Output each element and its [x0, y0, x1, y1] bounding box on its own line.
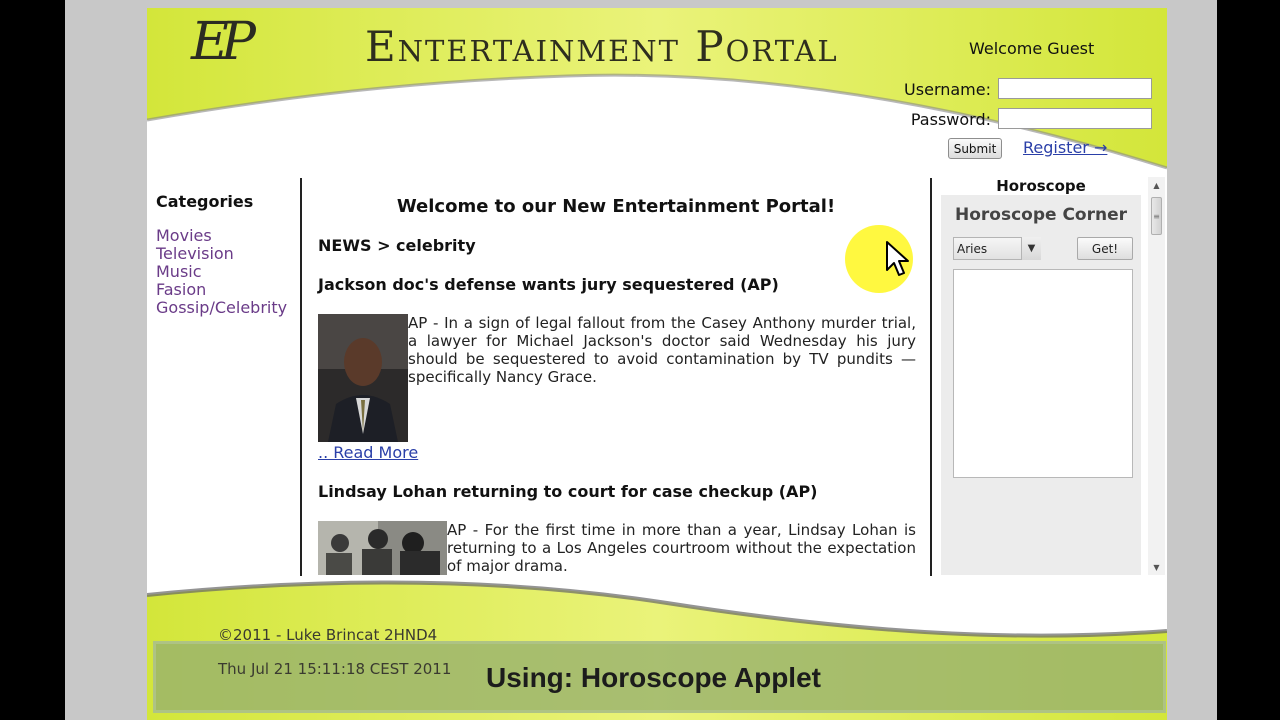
register-link[interactable]: Register →	[1023, 138, 1107, 157]
horoscope-heading: Horoscope	[996, 177, 1086, 195]
submit-button[interactable]: Submit	[948, 138, 1002, 159]
site-title: Entertainment Portal	[365, 22, 839, 71]
password-label: Password:	[910, 110, 991, 129]
chevron-down-icon[interactable]: ▼	[1021, 237, 1041, 260]
applet-title: Horoscope Corner	[954, 205, 1128, 225]
scroll-thumb[interactable]: ≡	[1151, 197, 1162, 235]
username-input[interactable]	[998, 78, 1152, 99]
get-button[interactable]: Get!	[1077, 237, 1133, 260]
category-list: Movies Television Music Fasion Gossip/Ce…	[156, 227, 287, 317]
article-photo	[318, 521, 447, 575]
horoscope-result[interactable]	[953, 269, 1133, 478]
article-title: Lindsay Lohan returning to court for cas…	[318, 482, 818, 501]
date-time-text: Thu Jul 21 15:11:18 CEST 2011	[218, 660, 452, 678]
category-link-music[interactable]: Music	[156, 263, 287, 281]
sidebar-divider	[300, 178, 302, 576]
password-input[interactable]	[998, 108, 1152, 129]
category-link-fasion[interactable]: Fasion	[156, 281, 287, 299]
categories-heading: Categories	[156, 192, 254, 211]
content-divider	[930, 178, 932, 576]
read-more-link[interactable]: .. Read More	[318, 443, 418, 462]
site-logo[interactable]: EP	[191, 12, 256, 72]
page-scrollbar[interactable]: ▲ ≡ ▼	[1148, 177, 1165, 575]
article-summary: AP - In a sign of legal fallout from the…	[408, 314, 916, 386]
article-summary: AP - For the first time in more than a y…	[447, 521, 916, 575]
article-title: Jackson doc's defense wants jury sequest…	[318, 275, 779, 294]
page-title: Welcome to our New Entertainment Portal!	[396, 196, 836, 217]
scroll-up-icon[interactable]: ▲	[1148, 177, 1165, 193]
category-link-gossip[interactable]: Gossip/Celebrity	[156, 299, 287, 317]
horoscope-applet: Horoscope Corner Aries ▼ Get!	[941, 195, 1141, 575]
breadcrumb: NEWS > celebrity	[318, 236, 476, 255]
category-link-movies[interactable]: Movies	[156, 227, 287, 245]
category-link-television[interactable]: Television	[156, 245, 287, 263]
mouse-cursor-icon	[886, 241, 909, 276]
welcome-text: Welcome Guest	[969, 39, 1095, 58]
video-caption: Using: Horoscope Applet	[486, 662, 821, 693]
web-page: EP Entertainment Portal Welcome Guest Us…	[147, 8, 1167, 720]
username-label: Username:	[904, 80, 991, 99]
article-photo	[318, 314, 408, 442]
